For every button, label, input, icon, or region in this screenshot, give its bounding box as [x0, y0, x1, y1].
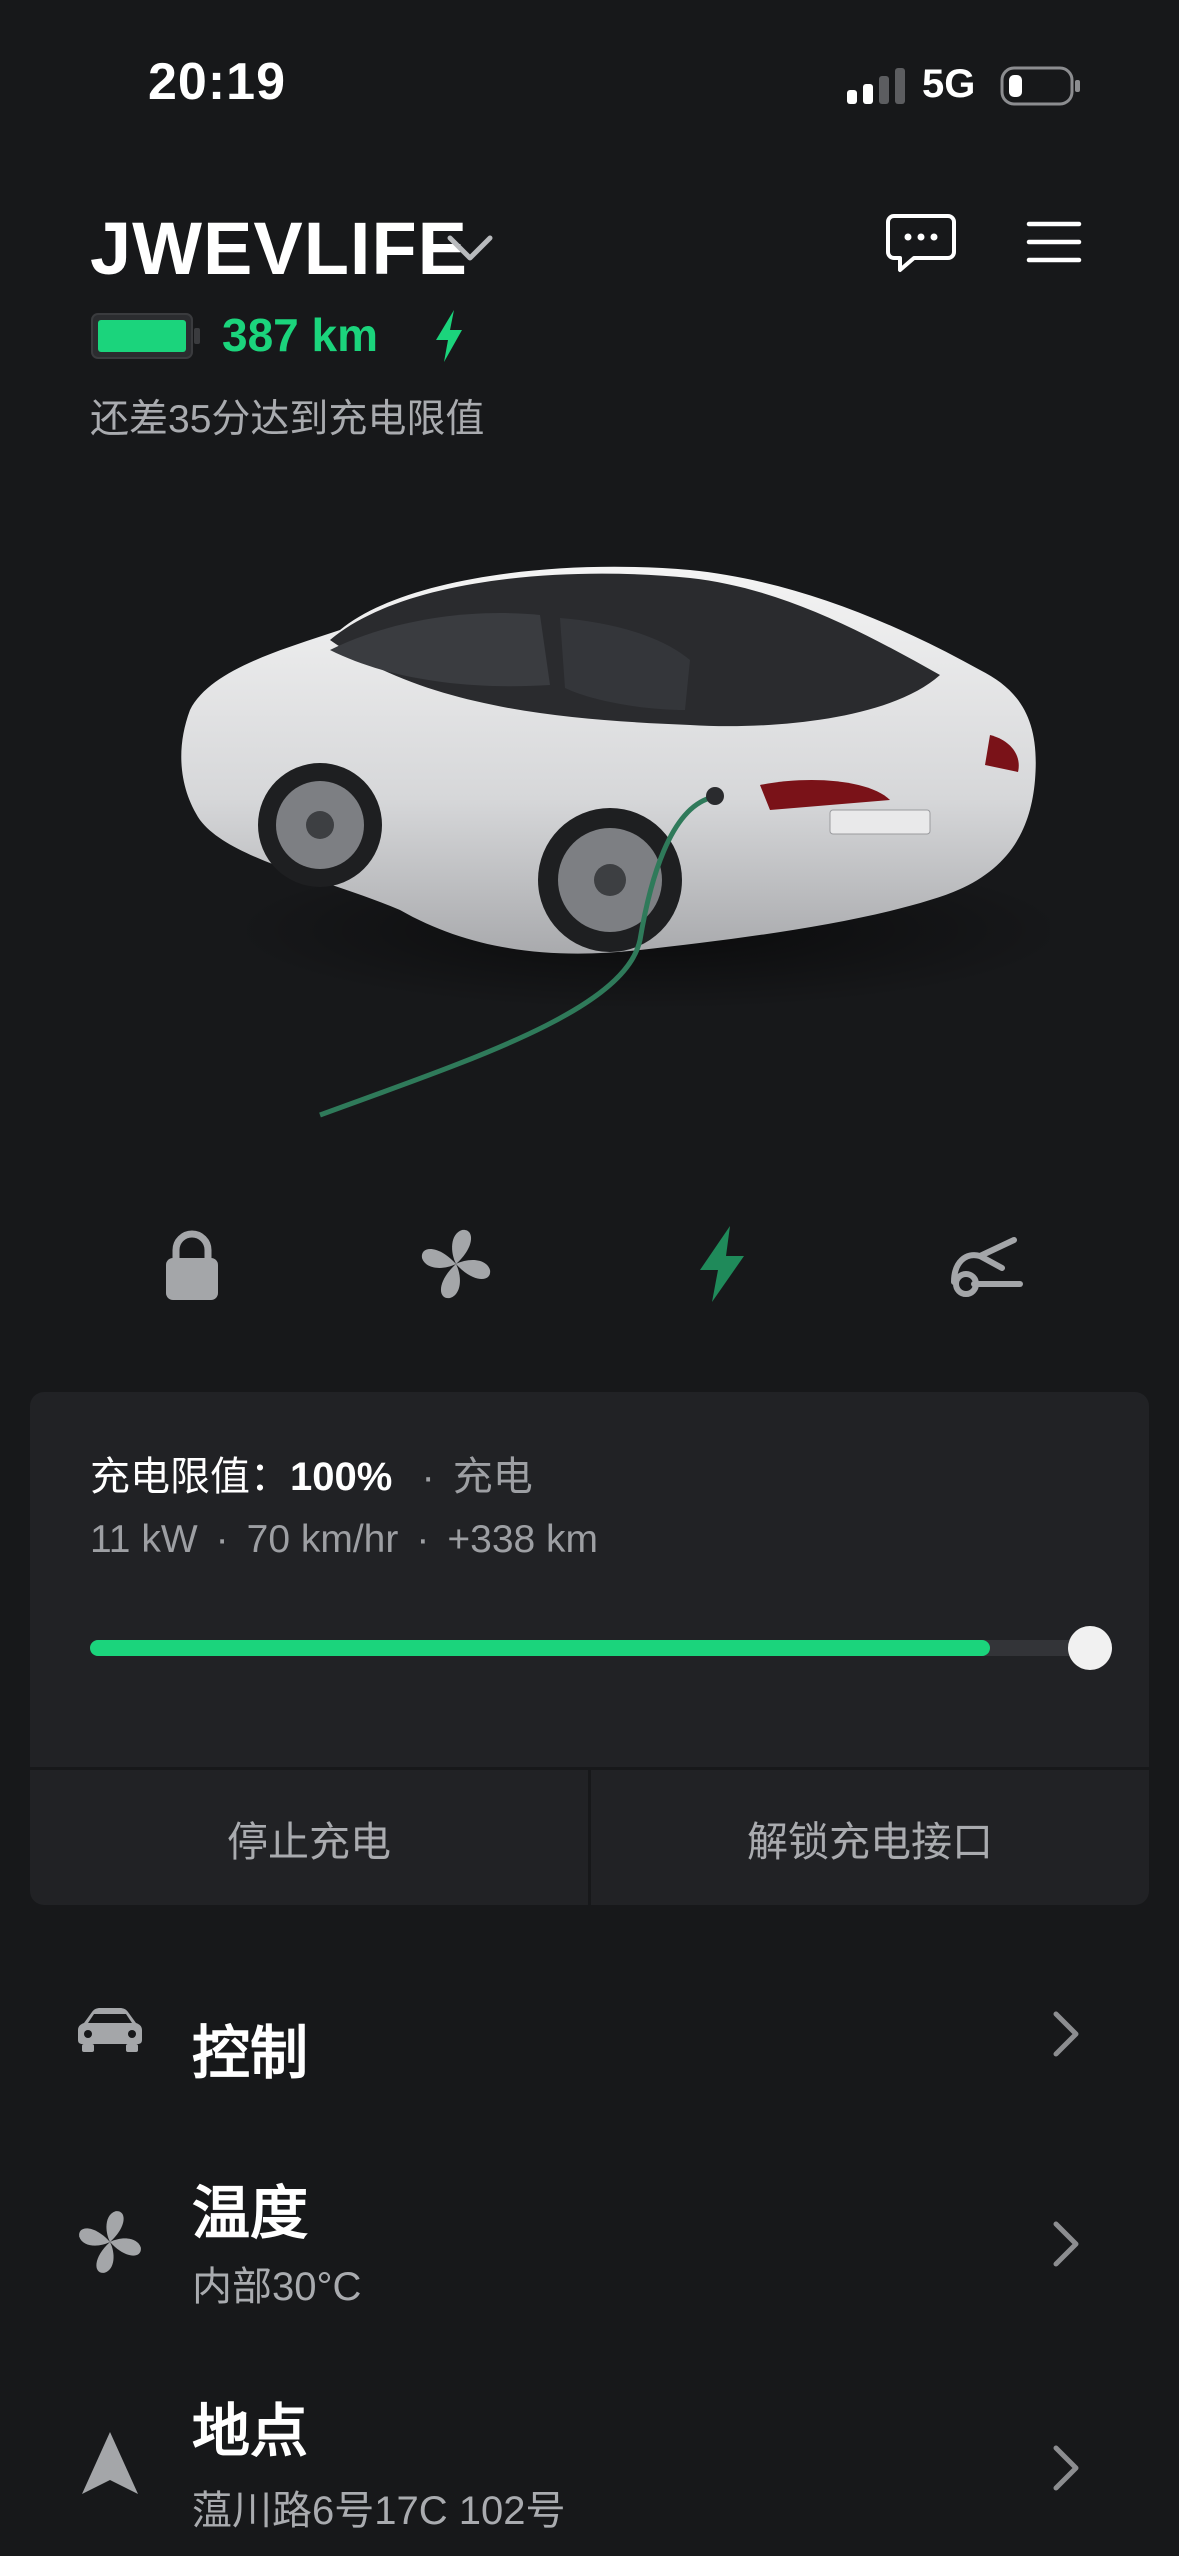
- battery-status-icon: [1000, 66, 1080, 106]
- frunk-icon[interactable]: [944, 1222, 1028, 1306]
- chevron-right-icon: [1053, 2011, 1079, 2057]
- charging-bolt-icon: [436, 310, 462, 362]
- charge-bolt-icon[interactable]: [680, 1222, 764, 1306]
- charge-limit-label: 充电限值：: [90, 1455, 290, 1499]
- hamburger-menu-icon[interactable]: [1026, 218, 1082, 266]
- status-time: 20:19: [148, 53, 286, 111]
- chevron-down-icon[interactable]: [444, 230, 496, 266]
- menu-item-climate[interactable]: 温度 内部30°C: [0, 2150, 1179, 2340]
- charge-stats-line: 11 kW · 70 km/hr · +338 km: [90, 1518, 598, 1562]
- charge-power: 11 kW: [90, 1518, 198, 1561]
- menu-item-title: 温度: [192, 2181, 309, 2246]
- charge-limit-slider[interactable]: [90, 1626, 1112, 1670]
- menu-item-title: 地点: [192, 2399, 309, 2464]
- fan-icon: [79, 2211, 141, 2273]
- charging-card: 充电限值：100% · 充电 11 kW · 70 km/hr · +338 km 停止充…: [30, 1392, 1149, 1905]
- lock-icon[interactable]: [150, 1222, 234, 1306]
- charge-progress-fill: [90, 1640, 990, 1656]
- unlock-charge-port-button[interactable]: 解锁充电接口: [591, 1770, 1149, 1905]
- menu-item-location[interactable]: 地点 蕰川路6号17C 102号: [0, 2360, 1179, 2556]
- car-icon: [78, 2008, 142, 2052]
- range-added: +338 km: [447, 1518, 599, 1561]
- range-text: 387 km: [222, 309, 379, 361]
- car-image: [181, 566, 1050, 1118]
- vehicle-name[interactable]: JWEVLIFE: [90, 206, 468, 291]
- signal-icon: [847, 68, 905, 104]
- menu-item-subtitle: 内部30°C: [192, 2265, 362, 2309]
- charge-rate: 70 km/hr: [246, 1518, 399, 1561]
- charge-eta-text: 还差35分达到充电限值: [90, 398, 485, 441]
- chevron-right-icon: [1053, 2221, 1079, 2267]
- network-type: 5G: [922, 62, 976, 106]
- charge-status: 充电: [452, 1455, 533, 1499]
- chevron-right-icon: [1053, 2445, 1079, 2491]
- chat-icon[interactable]: [886, 212, 956, 274]
- separator-dot: ·: [416, 1518, 430, 1561]
- charge-limit-value: 100%: [290, 1455, 393, 1499]
- separator-dot: ·: [421, 1455, 435, 1499]
- charge-limit-line: 充电限值：100% · 充电: [90, 1444, 533, 1502]
- fan-icon[interactable]: [414, 1222, 498, 1306]
- menu-item-title: 控制: [192, 2021, 309, 2086]
- menu-item-controls[interactable]: 控制: [0, 1960, 1179, 2110]
- separator-dot: ·: [215, 1518, 229, 1561]
- battery-level-icon: [91, 313, 200, 359]
- location-arrow-icon: [82, 2432, 138, 2494]
- stop-charging-button[interactable]: 停止充电: [30, 1770, 588, 1905]
- charge-limit-handle[interactable]: [1068, 1626, 1112, 1670]
- menu-item-subtitle: 蕰川路6号17C 102号: [192, 2489, 566, 2533]
